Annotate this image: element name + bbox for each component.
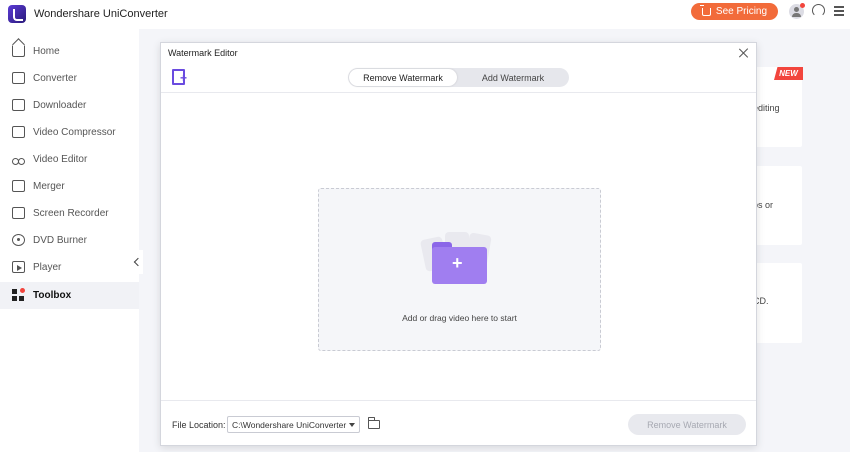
notification-dot — [800, 3, 805, 8]
cart-icon — [699, 4, 711, 16]
see-pricing-button[interactable]: See Pricing — [691, 3, 778, 20]
watermark-editor-dialog: Watermark Editor Remove Watermark Add Wa… — [160, 42, 757, 446]
sidebar-item-label: Video Editor — [33, 154, 88, 165]
toolbox-icon — [12, 288, 25, 301]
sidebar-item-home[interactable]: Home — [0, 38, 139, 65]
header-divider — [161, 92, 756, 93]
add-file-icon[interactable] — [172, 69, 189, 86]
dialog-title: Watermark Editor — [168, 48, 238, 58]
app-title: Wondershare UniConverter — [34, 8, 168, 20]
sidebar-item-downloader[interactable]: Downloader — [0, 92, 139, 119]
compressor-icon — [12, 126, 25, 138]
home-icon — [12, 45, 25, 57]
sidebar-item-label: Downloader — [33, 100, 87, 111]
sidebar: Home Converter Downloader Video Compress… — [0, 29, 139, 452]
headset-support-icon[interactable] — [812, 4, 825, 17]
disc-icon — [12, 234, 25, 246]
recorder-icon — [12, 207, 25, 219]
sidebar-item-toolbox[interactable]: Toolbox — [0, 282, 139, 309]
player-icon — [12, 261, 25, 273]
video-drop-zone[interactable]: + Add or drag video here to start — [318, 188, 601, 351]
tab-remove-watermark[interactable]: Remove Watermark — [349, 69, 457, 86]
sidebar-item-converter[interactable]: Converter — [0, 65, 139, 92]
app-logo-icon — [8, 5, 26, 23]
remove-watermark-button[interactable]: Remove Watermark — [628, 414, 746, 435]
sidebar-item-label: Player — [33, 262, 62, 273]
sidebar-item-label: Home — [33, 46, 60, 57]
close-icon[interactable] — [738, 47, 750, 59]
merger-icon — [12, 180, 25, 192]
sidebar-item-label: DVD Burner — [33, 235, 87, 246]
new-badge: NEW — [774, 67, 803, 80]
chevron-down-icon — [349, 423, 355, 427]
hamburger-menu-icon[interactable] — [834, 6, 844, 16]
sidebar-item-label: Converter — [33, 73, 77, 84]
sidebar-item-video-editor[interactable]: Video Editor — [0, 146, 139, 173]
sidebar-item-player[interactable]: Player — [0, 254, 139, 281]
see-pricing-label: See Pricing — [715, 6, 768, 17]
sidebar-item-label: Merger — [33, 181, 65, 192]
watermark-mode-tabs: Remove Watermark Add Watermark — [348, 68, 569, 87]
tab-add-watermark[interactable]: Add Watermark — [458, 69, 568, 86]
file-location-label: File Location: — [172, 420, 226, 430]
scissors-icon — [12, 153, 25, 165]
dropzone-instruction: Add or drag video here to start — [402, 313, 517, 323]
sidebar-collapse-handle[interactable] — [131, 250, 143, 274]
footer-divider — [161, 400, 756, 401]
sidebar-item-dvd-burner[interactable]: DVD Burner — [0, 227, 139, 254]
add-video-folder-icon: + — [413, 232, 505, 287]
sidebar-item-label: Toolbox — [33, 290, 72, 301]
file-location-value: C:\Wondershare UniConverter — [232, 420, 347, 430]
folder-icon[interactable] — [368, 417, 380, 429]
sidebar-item-label: Video Compressor — [33, 127, 116, 138]
file-location-select[interactable]: C:\Wondershare UniConverter — [227, 416, 360, 433]
sidebar-item-label: Screen Recorder — [33, 208, 109, 219]
sidebar-item-merger[interactable]: Merger — [0, 173, 139, 200]
title-bar: Wondershare UniConverter See Pricing — [0, 0, 850, 29]
downloader-icon — [12, 99, 25, 111]
sidebar-item-video-compressor[interactable]: Video Compressor — [0, 119, 139, 146]
sidebar-item-screen-recorder[interactable]: Screen Recorder — [0, 200, 139, 227]
converter-icon — [12, 72, 25, 84]
